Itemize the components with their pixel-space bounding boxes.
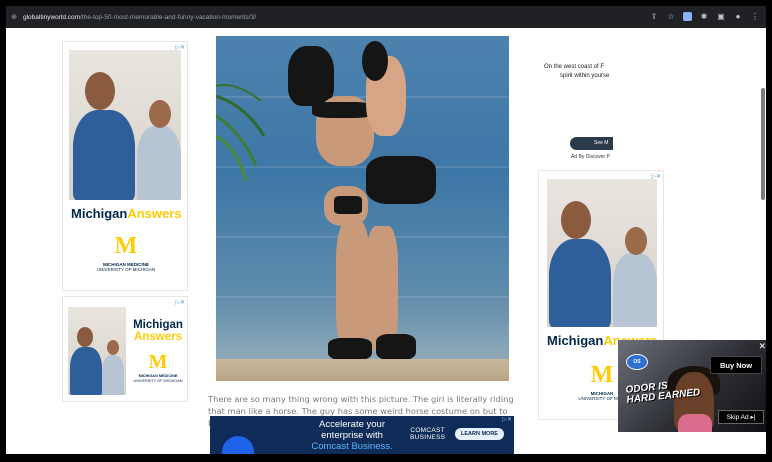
ad-photo bbox=[69, 50, 181, 200]
url-text[interactable]: globaltinyworld.com/the-top-50-most-memo… bbox=[23, 14, 256, 21]
scrollbar-thumb[interactable] bbox=[761, 88, 765, 200]
site-info-icon[interactable]: ⊕ bbox=[10, 13, 18, 21]
right-text-ad[interactable]: On the west coast of F spirit within you… bbox=[538, 53, 613, 165]
skip-ad-button[interactable]: Skip Ad ▸| bbox=[718, 410, 764, 424]
person-head bbox=[561, 201, 591, 239]
person-top bbox=[678, 414, 712, 432]
ad-choices-icon[interactable]: ▷✕ bbox=[502, 416, 512, 423]
see-more-button[interactable]: See M bbox=[570, 137, 613, 150]
m-logo: M bbox=[148, 351, 168, 373]
person-figure bbox=[70, 347, 102, 395]
ad-choices-icon[interactable]: ▷✕ bbox=[175, 299, 185, 306]
sidebar-icon[interactable]: ▣ bbox=[716, 10, 726, 22]
url-domain: globaltinyworld.com bbox=[23, 13, 81, 21]
brand-wordmark: MichiganAnswers bbox=[71, 206, 182, 221]
ad-headline: Accelerate your enterprise with Comcast … bbox=[311, 419, 393, 452]
person-head bbox=[625, 227, 647, 255]
comcast-banner-ad[interactable]: Accelerate your enterprise with Comcast … bbox=[210, 416, 514, 454]
video-ad-player[interactable]: OS ODOR IS HARD EARNED Buy Now Skip Ad ▸|… bbox=[618, 340, 766, 432]
man-legs bbox=[366, 226, 398, 351]
ad-photo bbox=[68, 307, 126, 395]
shorts bbox=[334, 196, 362, 214]
harness bbox=[312, 102, 374, 118]
palm-frond bbox=[216, 84, 266, 182]
horse-mask bbox=[288, 46, 334, 106]
ad-photo bbox=[547, 179, 657, 327]
url-path: /the-top-50-most-memorable-and-funny-vac… bbox=[80, 13, 257, 21]
buy-now-button[interactable]: Buy Now bbox=[710, 356, 762, 374]
menu-icon[interactable]: ⋮ bbox=[750, 10, 760, 22]
close-icon[interactable]: ✕ bbox=[758, 341, 766, 352]
person-head bbox=[77, 327, 93, 347]
m-logo: M bbox=[590, 362, 614, 388]
article-hero-image bbox=[216, 36, 509, 381]
address-bar[interactable]: ⊕ globaltinyworld.com/the-top-50-most-me… bbox=[6, 6, 766, 28]
person-head bbox=[107, 340, 119, 355]
beach-sand bbox=[216, 359, 509, 381]
brand-logo-icon: OS bbox=[626, 354, 648, 370]
toolbar-icons: ⇪ ☆ ✱ ▣ ● ⋮ bbox=[649, 10, 760, 22]
browser-window: ⊕ globaltinyworld.com/the-top-50-most-me… bbox=[0, 0, 772, 462]
star-icon[interactable]: ☆ bbox=[666, 10, 676, 22]
ad-by-label: Ad By Discover P bbox=[571, 154, 610, 160]
person-figure bbox=[102, 355, 124, 395]
man-legs bbox=[336, 221, 370, 351]
ad-text-line: spirit within yourse bbox=[560, 73, 610, 79]
decorative-circle bbox=[222, 436, 254, 454]
profile-icon[interactable]: ● bbox=[733, 10, 743, 22]
michigan-medicine-label: MICHIGAN MEDICINE UNIVERSITY OF MICHIGAN bbox=[96, 262, 156, 273]
share-icon[interactable]: ⇪ bbox=[649, 10, 659, 22]
ad-text-line: On the west coast of F bbox=[544, 64, 605, 70]
learn-more-button[interactable]: LEARN MORE bbox=[455, 428, 504, 440]
boot bbox=[376, 334, 416, 360]
m-logo: M bbox=[114, 233, 138, 259]
person-figure bbox=[73, 110, 135, 200]
person-head bbox=[149, 100, 171, 128]
left-ad-michigan-2[interactable]: ▷✕ Michigan Answers M MICHIGAN MEDICINE UN… bbox=[62, 296, 188, 402]
person-figure bbox=[613, 253, 657, 327]
boot bbox=[328, 338, 372, 360]
comcast-logo: COMCAST BUSINESS bbox=[410, 427, 446, 441]
brand-wordmark: MichiganAnswers bbox=[133, 319, 183, 343]
left-ad-michigan-1[interactable]: ▷✕ MichiganAnswers M MICHIGAN MEDICINE UN… bbox=[62, 41, 188, 291]
person-head bbox=[85, 72, 115, 110]
person-figure bbox=[137, 126, 181, 200]
puzzle-icon[interactable]: ✱ bbox=[699, 10, 709, 22]
person-figure bbox=[549, 239, 611, 327]
michigan-medicine-label: MICHIGAN MEDICINE UNIVERSITY OF MICHIGAN bbox=[133, 374, 183, 383]
saddle bbox=[366, 156, 436, 204]
woman-hair bbox=[362, 41, 388, 81]
extension-icon[interactable] bbox=[683, 11, 692, 21]
